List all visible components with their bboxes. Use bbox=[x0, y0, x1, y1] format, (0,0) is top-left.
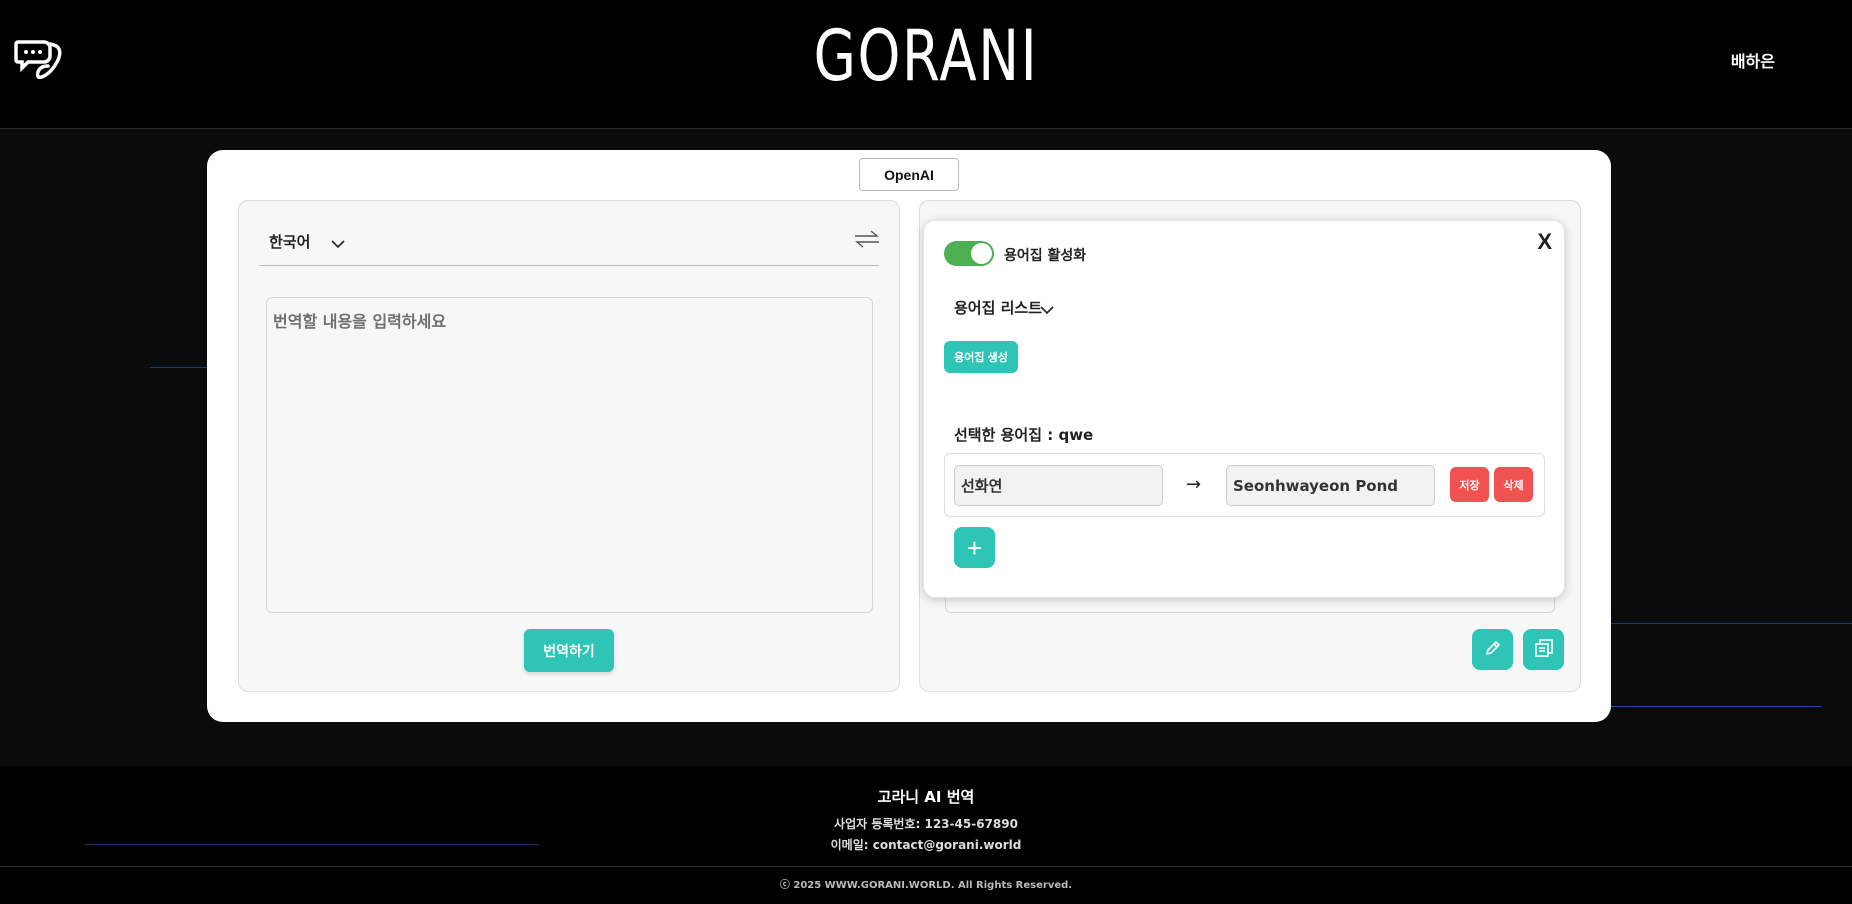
term-source-input[interactable] bbox=[954, 465, 1163, 506]
glossary-entry-row: → 저장 삭제 bbox=[944, 453, 1545, 517]
glossary-toggle[interactable] bbox=[944, 241, 994, 266]
header: GORANI 배하은 bbox=[0, 0, 1852, 129]
chevron-down-icon[interactable] bbox=[1040, 300, 1054, 315]
close-button[interactable]: X bbox=[1537, 229, 1552, 255]
glossary-panel: X 용어집 활성화 용어집 리스트 용어집 생성 선택한 용어집 : qwe →… bbox=[923, 220, 1565, 598]
background-line bbox=[150, 367, 208, 368]
footer-title: 고라니 AI 번역 bbox=[877, 788, 975, 806]
glossary-list-dropdown[interactable]: 용어집 리스트 bbox=[954, 297, 1042, 318]
footer: 고라니 AI 번역 사업자 등록번호: 123-45-67890 이메일: co… bbox=[0, 766, 1852, 904]
swap-languages-icon[interactable] bbox=[855, 229, 879, 249]
save-entry-button[interactable]: 저장 bbox=[1450, 467, 1489, 502]
background-line bbox=[85, 844, 539, 845]
add-entry-button[interactable]: + bbox=[954, 527, 995, 568]
toggle-knob bbox=[971, 243, 992, 264]
edit-button[interactable] bbox=[1472, 629, 1513, 670]
delete-entry-button[interactable]: 삭제 bbox=[1494, 467, 1533, 502]
pencil-icon bbox=[1483, 638, 1503, 662]
source-language-select[interactable]: 한국어 bbox=[269, 231, 310, 252]
create-glossary-button[interactable]: 용어집 생성 bbox=[944, 341, 1018, 373]
background-line bbox=[1611, 706, 1821, 707]
business-number: 사업자 등록번호: 123-45-67890 bbox=[834, 817, 1018, 831]
background-line bbox=[1611, 623, 1852, 624]
footer-divider bbox=[0, 866, 1852, 867]
brand-title: GORANI bbox=[813, 15, 1039, 97]
copy-button[interactable] bbox=[1523, 629, 1564, 670]
glossary-toggle-label: 용어집 활성화 bbox=[1004, 248, 1087, 264]
user-name[interactable]: 배하은 bbox=[1731, 48, 1775, 72]
copy-icon bbox=[1533, 637, 1555, 663]
chevron-down-icon[interactable] bbox=[331, 234, 345, 249]
source-panel: 한국어 번역하기 bbox=[238, 200, 900, 692]
arrow-right-icon: → bbox=[1186, 474, 1202, 495]
source-text-input[interactable] bbox=[266, 297, 873, 613]
term-target-input[interactable] bbox=[1226, 465, 1435, 506]
model-select-button[interactable]: OpenAI bbox=[859, 158, 959, 191]
selected-glossary-label: 선택한 용어집 : qwe bbox=[954, 426, 1094, 444]
logo-icon[interactable] bbox=[14, 36, 66, 82]
translate-button[interactable]: 번역하기 bbox=[524, 629, 614, 672]
language-selector-row: 한국어 bbox=[259, 201, 879, 266]
copyright: ⓒ 2025 WWW.GORANI.WORLD. All Rights Rese… bbox=[779, 880, 1073, 891]
